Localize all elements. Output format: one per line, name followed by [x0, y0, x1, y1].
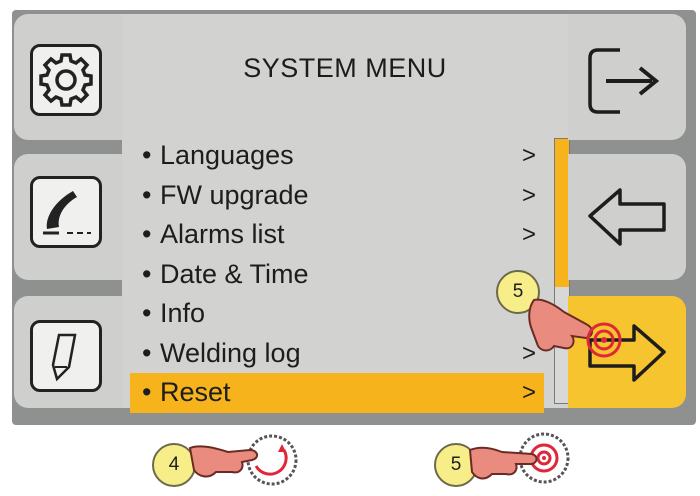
gear-icon: [30, 44, 102, 116]
press-knob-hand-icon: [468, 432, 570, 484]
chevron-right-icon: >: [522, 181, 537, 209]
page-title: SYSTEM MENU: [243, 53, 447, 83]
bullet: •: [142, 179, 152, 210]
bullet: •: [142, 258, 152, 289]
menu-item-reset[interactable]: • Reset >: [130, 373, 544, 413]
back-arrow-icon: [588, 188, 666, 246]
settings-button[interactable]: [14, 14, 122, 140]
menu-item-label: Info: [160, 298, 206, 328]
menu-item-label: Date & Time: [160, 258, 309, 289]
bullet: •: [142, 298, 152, 328]
welding-process-button[interactable]: [14, 154, 122, 280]
edit-button[interactable]: [14, 296, 122, 408]
menu-list: • Languages > • FW upgrade > • Alarms li…: [122, 136, 552, 413]
pencil-icon: [30, 320, 102, 392]
menu-item-date-time[interactable]: • Date & Time: [122, 255, 552, 295]
chevron-right-icon: >: [522, 142, 537, 169]
menu-item-label: Reset: [160, 377, 231, 407]
menu-item-welding-log[interactable]: • Welding log >: [122, 334, 552, 374]
menu-item-info[interactable]: • Info: [122, 294, 552, 334]
back-button[interactable]: [568, 154, 686, 280]
menu-item-label: FW upgrade: [160, 179, 309, 210]
chevron-right-icon: >: [522, 221, 537, 248]
scrollbar-thumb[interactable]: [555, 139, 569, 287]
menu-item-label: Welding log: [160, 337, 301, 368]
bullet: •: [142, 219, 152, 249]
menu-item-alarms-list[interactable]: • Alarms list >: [122, 215, 552, 255]
menu-item-label: Languages: [160, 140, 294, 170]
exit-arrow-icon: [588, 48, 660, 114]
pointing-hand-icon: [528, 298, 622, 358]
menu-item-fw-upgrade[interactable]: • FW upgrade >: [122, 176, 552, 216]
welding-torch-icon: [30, 176, 102, 248]
rotate-knob-hand-icon: [188, 434, 298, 486]
bullet: •: [142, 337, 152, 368]
bullet: •: [142, 140, 152, 170]
menu-item-languages[interactable]: • Languages >: [122, 136, 552, 176]
exit-button[interactable]: [568, 14, 686, 140]
bullet: •: [142, 377, 152, 407]
menu-item-label: Alarms list: [160, 219, 285, 249]
